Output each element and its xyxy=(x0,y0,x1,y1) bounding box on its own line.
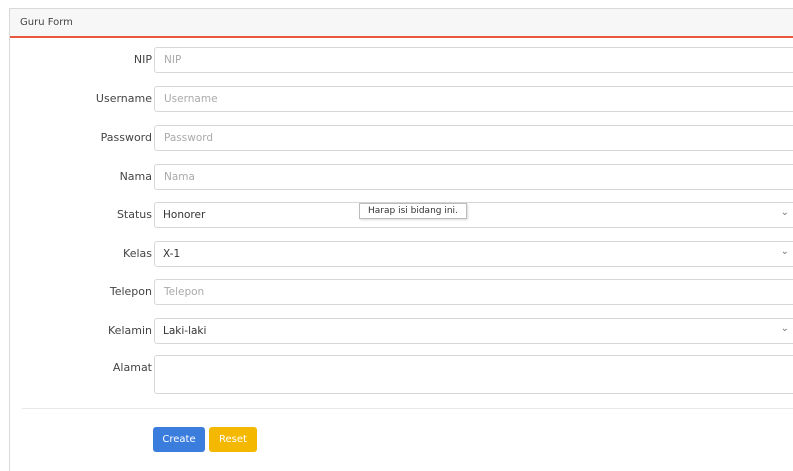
password-input[interactable] xyxy=(155,126,793,150)
field-row-telepon: Telepon xyxy=(10,279,793,307)
create-button[interactable]: Create xyxy=(153,427,205,452)
alamat-label: Alamat xyxy=(112,361,152,374)
chevron-down-icon: ⌄ xyxy=(780,323,789,334)
telepon-label: Telepon xyxy=(109,285,152,298)
username-input[interactable] xyxy=(155,87,793,111)
telepon-input[interactable] xyxy=(155,280,793,304)
validation-tooltip: Harap isi bidang ini. xyxy=(359,203,467,219)
field-row-alamat: Alamat ⁅ xyxy=(10,355,793,394)
guru-form-card: Guru Form NIP Username Password Nama Sta… xyxy=(9,8,793,471)
nama-label: Nama xyxy=(119,170,152,183)
field-row-password: Password xyxy=(10,125,793,153)
alamat-textarea[interactable]: ⁅ xyxy=(154,355,793,394)
password-label: Password xyxy=(100,131,152,144)
kelamin-select[interactable]: Laki-laki ⌄ xyxy=(154,318,793,344)
kelamin-selected-value: Laki-laki xyxy=(163,325,207,337)
field-row-nip: NIP xyxy=(10,47,793,75)
username-label: Username xyxy=(95,92,152,105)
status-select[interactable]: Honorer ⌄ xyxy=(154,202,793,228)
form-divider xyxy=(22,408,793,409)
nip-input[interactable] xyxy=(155,48,793,72)
field-row-username: Username xyxy=(10,86,793,114)
reset-button[interactable]: Reset xyxy=(209,427,257,452)
field-row-kelas: Kelas X-1 ⌄ xyxy=(10,241,793,269)
kelas-selected-value: X-1 xyxy=(163,248,181,260)
status-selected-value: Honorer xyxy=(163,209,206,221)
chevron-down-icon: ⌄ xyxy=(780,246,789,257)
kelas-select[interactable]: X-1 ⌄ xyxy=(154,241,793,267)
nama-input[interactable] xyxy=(155,165,793,189)
status-label: Status xyxy=(116,208,152,221)
kelamin-label: Kelamin xyxy=(108,324,152,337)
chevron-down-icon: ⌄ xyxy=(780,207,789,218)
nip-label: NIP xyxy=(133,53,152,66)
card-title: Guru Form xyxy=(20,17,73,28)
field-row-nama: Nama xyxy=(10,164,793,192)
kelas-label: Kelas xyxy=(123,247,152,260)
field-row-kelamin: Kelamin Laki-laki ⌄ xyxy=(10,318,793,346)
card-header: Guru Form xyxy=(10,9,793,38)
